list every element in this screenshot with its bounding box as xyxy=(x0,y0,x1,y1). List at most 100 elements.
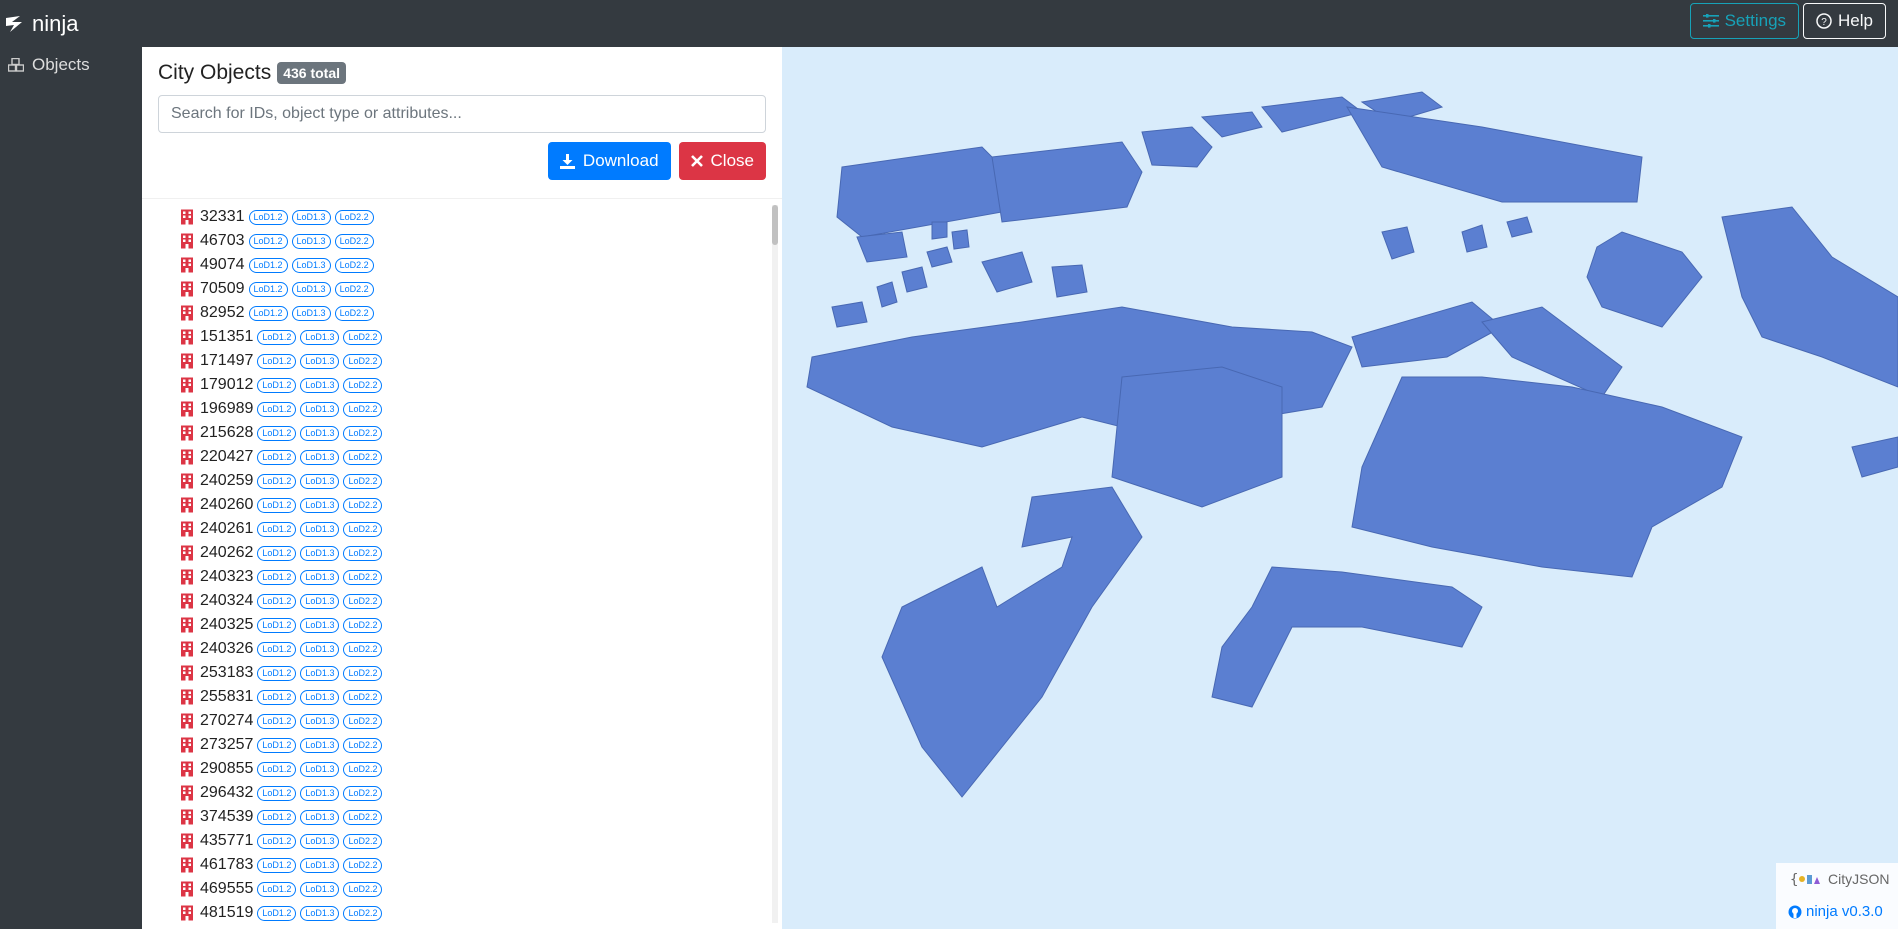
object-list-item[interactable]: 255831 LoD1.2 LoD1.3 LoD2.2 xyxy=(180,685,782,709)
list-scrollbar-thumb[interactable] xyxy=(772,205,778,245)
lod-badge[interactable]: LoD2.2 xyxy=(343,809,383,825)
lod-badge[interactable]: LoD1.2 xyxy=(257,521,297,537)
object-list-item[interactable]: 374539 LoD1.2 LoD1.3 LoD2.2 xyxy=(180,805,782,829)
lod-badge[interactable]: LoD1.2 xyxy=(257,761,297,777)
lod-badge[interactable]: LoD1.2 xyxy=(257,809,297,825)
lod-badge[interactable]: LoD1.2 xyxy=(257,689,297,705)
lod-badge[interactable]: LoD2.2 xyxy=(343,569,383,585)
lod-badge[interactable]: LoD1.3 xyxy=(300,905,340,921)
lod-badge[interactable]: LoD1.2 xyxy=(257,857,297,873)
lod-badge[interactable]: LoD1.2 xyxy=(257,833,297,849)
object-list-item[interactable]: 46703 LoD1.2 LoD1.3 LoD2.2 xyxy=(180,229,782,253)
lod-badge[interactable]: LoD1.2 xyxy=(257,737,297,753)
lod-badge[interactable]: LoD1.3 xyxy=(300,569,340,585)
lod-badge[interactable]: LoD2.2 xyxy=(343,521,383,537)
object-list-item[interactable]: 461783 LoD1.2 LoD1.3 LoD2.2 xyxy=(180,853,782,877)
lod-badge[interactable]: LoD2.2 xyxy=(343,905,383,921)
lod-badge[interactable]: LoD1.2 xyxy=(257,881,297,897)
lod-badge[interactable]: LoD1.3 xyxy=(300,449,340,465)
settings-button[interactable]: Settings xyxy=(1689,3,1800,39)
version-link[interactable]: ninja v0.3.0 xyxy=(1788,903,1883,920)
object-list-item[interactable]: 82952 LoD1.2 LoD1.3 LoD2.2 xyxy=(180,301,782,325)
lod-badge[interactable]: LoD1.3 xyxy=(300,497,340,513)
object-list-item[interactable]: 273257 LoD1.2 LoD1.3 LoD2.2 xyxy=(180,733,782,757)
object-list-item[interactable]: 240325 LoD1.2 LoD1.3 LoD2.2 xyxy=(180,613,782,637)
lod-badge[interactable]: LoD2.2 xyxy=(343,473,383,489)
cityjson-logo[interactable]: { CityJSON xyxy=(1790,871,1889,887)
lod-badge[interactable]: LoD2.2 xyxy=(334,257,374,273)
lod-badge[interactable]: LoD1.2 xyxy=(257,641,297,657)
help-button[interactable]: ? Help xyxy=(1803,3,1886,39)
lod-badge[interactable]: LoD2.2 xyxy=(343,737,383,753)
lod-badge[interactable]: LoD2.2 xyxy=(343,833,383,849)
object-list-item[interactable]: 220427 LoD1.2 LoD1.3 LoD2.2 xyxy=(180,445,782,469)
object-list-item[interactable]: 215628 LoD1.2 LoD1.3 LoD2.2 xyxy=(180,421,782,445)
lod-badge[interactable]: LoD1.3 xyxy=(300,473,340,489)
lod-badge[interactable]: LoD1.2 xyxy=(257,473,297,489)
lod-badge[interactable]: LoD1.3 xyxy=(300,353,340,369)
lod-badge[interactable]: LoD1.2 xyxy=(257,905,297,921)
lod-badge[interactable]: LoD1.2 xyxy=(257,353,297,369)
lod-badge[interactable]: LoD1.2 xyxy=(257,785,297,801)
lod-badge[interactable]: LoD1.3 xyxy=(300,689,340,705)
lod-badge[interactable]: LoD1.3 xyxy=(300,545,340,561)
object-list-item[interactable]: 151351 LoD1.2 LoD1.3 LoD2.2 xyxy=(180,325,782,349)
lod-badge[interactable]: LoD1.2 xyxy=(257,593,297,609)
lod-badge[interactable]: LoD1.2 xyxy=(248,305,288,321)
lod-badge[interactable]: LoD2.2 xyxy=(334,305,374,321)
lod-badge[interactable]: LoD1.3 xyxy=(300,329,340,345)
lod-badge[interactable]: LoD1.2 xyxy=(257,497,297,513)
object-list-item[interactable]: 32331 LoD1.2 LoD1.3 LoD2.2 xyxy=(180,205,782,229)
lod-badge[interactable]: LoD1.2 xyxy=(257,425,297,441)
lod-badge[interactable]: LoD2.2 xyxy=(343,545,383,561)
lod-badge[interactable]: LoD2.2 xyxy=(343,329,383,345)
city-model-render[interactable] xyxy=(782,47,1898,929)
lod-badge[interactable]: LoD1.3 xyxy=(291,281,331,297)
lod-badge[interactable]: LoD2.2 xyxy=(343,593,383,609)
lod-badge[interactable]: LoD1.2 xyxy=(257,377,297,393)
lod-badge[interactable]: LoD1.3 xyxy=(300,593,340,609)
object-list-item[interactable]: 179012 LoD1.2 LoD1.3 LoD2.2 xyxy=(180,373,782,397)
sidebar-item-objects[interactable]: Objects xyxy=(0,47,142,83)
lod-badge[interactable]: LoD1.2 xyxy=(257,401,297,417)
lod-badge[interactable]: LoD2.2 xyxy=(343,881,383,897)
lod-badge[interactable]: LoD1.3 xyxy=(300,881,340,897)
object-list-item[interactable]: 171497 LoD1.2 LoD1.3 LoD2.2 xyxy=(180,349,782,373)
lod-badge[interactable]: LoD1.3 xyxy=(300,785,340,801)
lod-badge[interactable]: LoD1.2 xyxy=(257,329,297,345)
lod-badge[interactable]: LoD2.2 xyxy=(343,689,383,705)
lod-badge[interactable]: LoD1.3 xyxy=(300,425,340,441)
object-list-item[interactable]: 469555 LoD1.2 LoD1.3 LoD2.2 xyxy=(180,877,782,901)
object-list-item[interactable]: 270274 LoD1.2 LoD1.3 LoD2.2 xyxy=(180,709,782,733)
object-list-item[interactable]: 290855 LoD1.2 LoD1.3 LoD2.2 xyxy=(180,757,782,781)
lod-badge[interactable]: LoD1.3 xyxy=(291,209,331,225)
close-button[interactable]: Close xyxy=(678,142,766,180)
object-list-container[interactable]: 32331 LoD1.2 LoD1.3 LoD2.2 46703 LoD1.2 LoD1.3… xyxy=(142,199,782,929)
object-list-item[interactable]: 240326 LoD1.2 LoD1.3 LoD2.2 xyxy=(180,637,782,661)
object-list-item[interactable]: 240260 LoD1.2 LoD1.3 LoD2.2 xyxy=(180,493,782,517)
list-scrollbar[interactable] xyxy=(772,205,778,923)
lod-badge[interactable]: LoD2.2 xyxy=(343,713,383,729)
lod-badge[interactable]: LoD2.2 xyxy=(343,641,383,657)
lod-badge[interactable]: LoD1.3 xyxy=(300,401,340,417)
lod-badge[interactable]: LoD1.2 xyxy=(257,569,297,585)
object-list-item[interactable]: 240324 LoD1.2 LoD1.3 LoD2.2 xyxy=(180,589,782,613)
lod-badge[interactable]: LoD2.2 xyxy=(343,785,383,801)
lod-badge[interactable]: LoD1.3 xyxy=(291,305,331,321)
search-input[interactable] xyxy=(158,95,766,133)
object-list-item[interactable]: 70509 LoD1.2 LoD1.3 LoD2.2 xyxy=(180,277,782,301)
object-list-item[interactable]: 240259 LoD1.2 LoD1.3 LoD2.2 xyxy=(180,469,782,493)
lod-badge[interactable]: LoD1.3 xyxy=(300,761,340,777)
lod-badge[interactable]: LoD2.2 xyxy=(343,497,383,513)
lod-badge[interactable]: LoD2.2 xyxy=(343,857,383,873)
lod-badge[interactable]: LoD1.3 xyxy=(300,641,340,657)
lod-badge[interactable]: LoD1.2 xyxy=(257,545,297,561)
object-list-item[interactable]: 435771 LoD1.2 LoD1.3 LoD2.2 xyxy=(180,829,782,853)
lod-badge[interactable]: LoD1.2 xyxy=(248,281,288,297)
lod-badge[interactable]: LoD1.3 xyxy=(300,857,340,873)
lod-badge[interactable]: LoD1.2 xyxy=(248,257,288,273)
lod-badge[interactable]: LoD2.2 xyxy=(343,401,383,417)
lod-badge[interactable]: LoD1.2 xyxy=(248,209,288,225)
object-list-item[interactable]: 196989 LoD1.2 LoD1.3 LoD2.2 xyxy=(180,397,782,421)
lod-badge[interactable]: LoD1.3 xyxy=(300,665,340,681)
